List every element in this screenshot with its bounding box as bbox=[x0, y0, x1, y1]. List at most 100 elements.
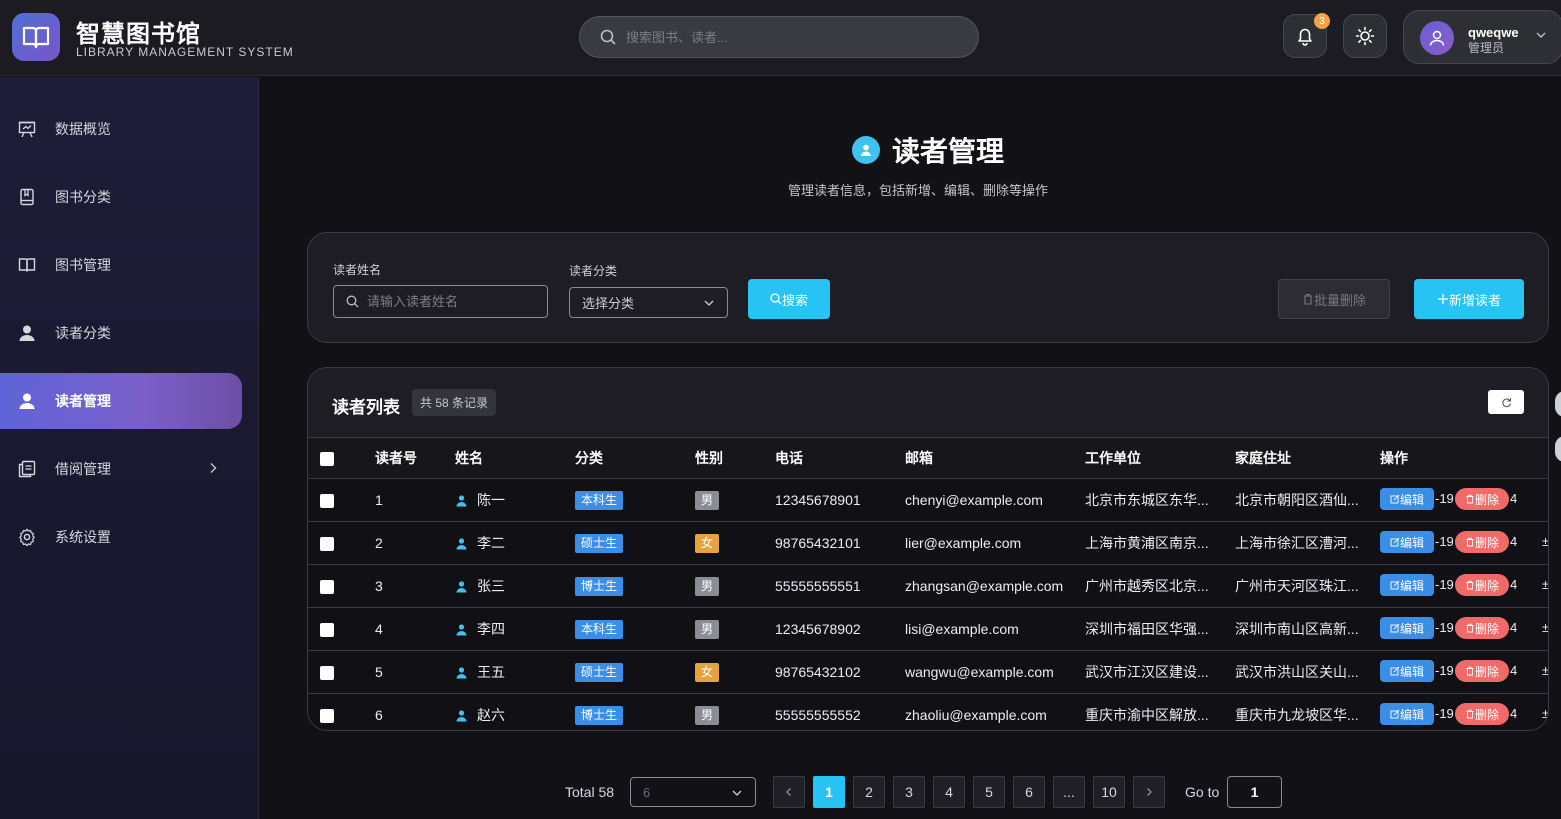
overflow-text: 4 bbox=[1510, 491, 1518, 506]
column-header: 操作 bbox=[1380, 437, 1548, 479]
table-header-row: 读者号 姓名 分类 性别 电话 邮箱 工作单位 家庭住址 操作 bbox=[308, 437, 1548, 479]
edit-button[interactable]: 编辑 bbox=[1380, 703, 1434, 725]
bell-icon bbox=[1298, 28, 1312, 46]
sidebar-item-borrow-management[interactable]: 借阅管理 bbox=[0, 441, 242, 497]
record-count-badge: 共 58 条记录 bbox=[412, 389, 497, 416]
row-checkbox[interactable] bbox=[320, 623, 334, 638]
table-row: 5 王五 硕士生 女 98765432102 wangwu@example.co… bbox=[308, 650, 1548, 694]
delete-label: 删除 bbox=[1474, 535, 1499, 550]
sidebar: 数据概览 图书分类 图书管理 读者分类 读者管理 借阅管理 系统设置 bbox=[0, 77, 259, 819]
search-icon bbox=[346, 295, 359, 308]
reader-name-text: 赵六 bbox=[477, 707, 505, 723]
trash-icon bbox=[1466, 666, 1474, 676]
goto-page-input[interactable]: 1 bbox=[1227, 776, 1282, 808]
theme-toggle-button[interactable] bbox=[1343, 14, 1387, 58]
prev-page-button[interactable] bbox=[773, 776, 805, 808]
home-address-cell: 北京市朝阳区酒仙... bbox=[1235, 478, 1380, 522]
delete-button[interactable]: 删除 bbox=[1455, 531, 1509, 553]
edit-button[interactable]: 编辑 bbox=[1380, 531, 1434, 553]
home-address-cell: 广州市天河区珠江... bbox=[1235, 564, 1380, 608]
reader-name-input[interactable] bbox=[367, 294, 537, 309]
page-number-button[interactable]: 1 bbox=[813, 776, 845, 808]
search-button[interactable]: 搜索 bbox=[748, 279, 830, 319]
row-checkbox[interactable] bbox=[320, 666, 334, 681]
sidebar-item-reader-category[interactable]: 读者分类 bbox=[0, 305, 242, 361]
overflow-text: 4 bbox=[1510, 663, 1518, 678]
row-checkbox[interactable] bbox=[320, 709, 334, 724]
open-book-icon bbox=[22, 26, 50, 49]
edit-label: 编辑 bbox=[1399, 492, 1424, 507]
reader-category-select[interactable]: 选择分类 bbox=[569, 287, 728, 318]
reader-id-cell: 6 bbox=[375, 693, 455, 730]
refresh-button[interactable] bbox=[1488, 390, 1524, 414]
dashboard-icon bbox=[18, 120, 36, 138]
reader-name-cell: 张三 bbox=[455, 576, 575, 596]
sidebar-item-book-category[interactable]: 图书分类 bbox=[0, 169, 242, 225]
delete-button[interactable]: 删除 bbox=[1455, 660, 1509, 682]
delete-label: 删除 bbox=[1474, 707, 1499, 722]
edit-icon bbox=[1390, 537, 1400, 547]
page-number-button[interactable]: 3 bbox=[893, 776, 925, 808]
page-number-button[interactable]: 6 bbox=[1013, 776, 1045, 808]
page-title-text: 读者管理 bbox=[892, 136, 1005, 167]
sidebar-item-label: 借阅管理 bbox=[55, 461, 111, 477]
column-header: 工作单位 bbox=[1085, 437, 1235, 479]
sidebar-item-reader-management[interactable]: 读者管理 bbox=[0, 373, 242, 429]
delete-button[interactable]: 删除 bbox=[1455, 574, 1509, 596]
overflow-text: ± bbox=[1542, 706, 1549, 721]
global-search-input[interactable] bbox=[626, 29, 946, 45]
reader-name-field[interactable] bbox=[333, 285, 548, 318]
overflow-text: 4 bbox=[1510, 620, 1518, 635]
edit-label: 编辑 bbox=[1399, 578, 1424, 593]
email-cell: zhangsan@example.com bbox=[905, 564, 1085, 608]
row-checkbox[interactable] bbox=[320, 580, 334, 595]
reader-name-cell: 李四 bbox=[455, 619, 575, 639]
category-tag: 博士生 bbox=[575, 576, 624, 596]
overflow-text: -19 bbox=[1435, 620, 1454, 635]
row-checkbox[interactable] bbox=[320, 537, 334, 552]
edit-icon bbox=[1390, 623, 1400, 633]
edit-button[interactable]: 编辑 bbox=[1380, 488, 1434, 510]
delete-button[interactable]: 删除 bbox=[1455, 617, 1509, 639]
page-size-select[interactable]: 6 bbox=[630, 777, 756, 807]
scroll-handle[interactable] bbox=[1555, 436, 1561, 462]
sidebar-item-dashboard[interactable]: 数据概览 bbox=[0, 101, 242, 157]
pagination-ellipsis[interactable]: ... bbox=[1053, 776, 1085, 808]
page-number-button[interactable]: 2 bbox=[853, 776, 885, 808]
sidebar-item-settings[interactable]: 系统设置 bbox=[0, 509, 242, 565]
home-address-cell: 武汉市洪山区关山... bbox=[1235, 650, 1380, 694]
sidebar-item-book-management[interactable]: 图书管理 bbox=[0, 237, 242, 293]
scroll-handle[interactable] bbox=[1555, 391, 1561, 417]
notification-button[interactable]: 3 bbox=[1283, 13, 1330, 58]
reader-id-cell: 4 bbox=[375, 607, 455, 651]
open-book-icon bbox=[18, 256, 36, 274]
reader-id-cell: 1 bbox=[375, 478, 455, 522]
user-menu[interactable]: qweqwe 管理员 bbox=[1403, 10, 1561, 64]
edit-button[interactable]: 编辑 bbox=[1380, 660, 1434, 682]
edit-button[interactable]: 编辑 bbox=[1380, 617, 1434, 639]
add-reader-button[interactable]: 新增读者 bbox=[1414, 279, 1524, 319]
email-cell: lisi@example.com bbox=[905, 607, 1085, 651]
delete-button[interactable]: 删除 bbox=[1455, 488, 1509, 510]
goto-label: Go to bbox=[1185, 784, 1220, 800]
bulk-delete-button[interactable]: 批量删除 bbox=[1278, 279, 1390, 319]
sidebar-item-label: 图书管理 bbox=[55, 257, 111, 273]
reader-name-cell: 李二 bbox=[455, 533, 575, 553]
row-checkbox[interactable] bbox=[320, 494, 334, 509]
edit-button[interactable]: 编辑 bbox=[1380, 574, 1434, 596]
reader-category-placeholder: 选择分类 bbox=[582, 296, 635, 311]
pagination-total: Total 58 bbox=[565, 784, 615, 800]
reader-id-cell: 3 bbox=[375, 564, 455, 608]
user-icon bbox=[456, 494, 467, 506]
plus-icon bbox=[1437, 294, 1448, 304]
gender-tag: 男 bbox=[695, 576, 720, 596]
next-page-button[interactable] bbox=[1133, 776, 1165, 808]
page-number-button[interactable]: 5 bbox=[973, 776, 1005, 808]
page-number-button[interactable]: 10 bbox=[1093, 776, 1125, 808]
page-number-button[interactable]: 4 bbox=[933, 776, 965, 808]
column-header: 家庭住址 bbox=[1235, 437, 1380, 479]
column-header: 分类 bbox=[575, 437, 695, 479]
select-all-checkbox[interactable] bbox=[320, 452, 334, 467]
global-search[interactable] bbox=[579, 16, 979, 58]
delete-button[interactable]: 删除 bbox=[1455, 703, 1509, 725]
